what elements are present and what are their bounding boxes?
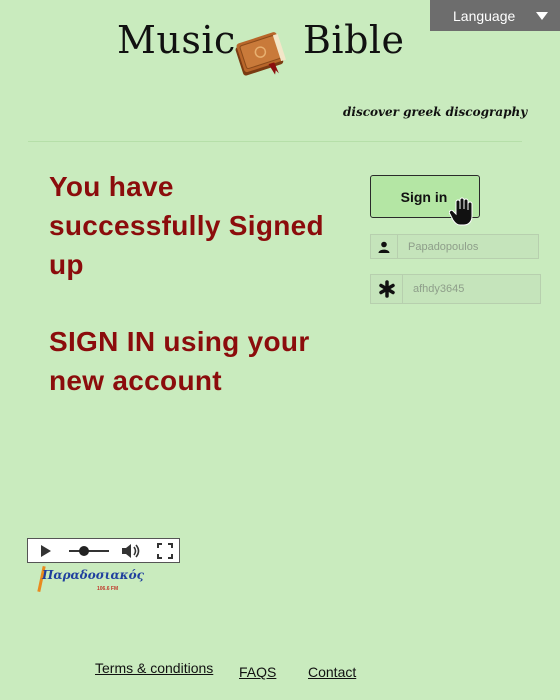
signup-success-message: You have successfully Signed up (49, 171, 324, 280)
signin-instruction-message: SIGN IN using your new account (49, 326, 310, 396)
sign-in-label: Sign in (400, 188, 448, 205)
password-field[interactable]: afhdy3645 (370, 274, 541, 304)
fullscreen-icon[interactable] (157, 543, 173, 559)
logo-text-music: Music (117, 18, 236, 62)
chevron-down-icon (536, 12, 548, 20)
book-icon (235, 32, 286, 76)
audio-player (27, 538, 180, 563)
progress-track[interactable] (69, 550, 109, 552)
hand-cursor-icon (449, 197, 473, 226)
contact-link[interactable]: Contact (308, 664, 356, 680)
language-label: Language (453, 7, 516, 24)
user-icon (371, 235, 398, 258)
logo-text-bible: Bible (303, 18, 405, 62)
progress-knob[interactable] (79, 546, 89, 556)
asterisk-icon (371, 275, 403, 303)
language-selector[interactable]: Language (430, 0, 560, 31)
username-value: Papadopoulos (408, 240, 479, 253)
tagline: discover greek discography (343, 105, 528, 119)
password-value: afhdy3645 (413, 283, 465, 295)
terms-link[interactable]: Terms & conditions (95, 660, 213, 676)
volume-icon[interactable] (121, 543, 141, 559)
radio-station-name[interactable]: Παραδοσιακός (42, 568, 144, 582)
faqs-link[interactable]: FAQS (239, 664, 276, 680)
username-field[interactable]: Papadopoulos (370, 234, 539, 259)
header-divider (28, 141, 522, 142)
radio-station-frequency: 106.6 FM (97, 586, 119, 592)
play-icon[interactable] (41, 545, 51, 557)
